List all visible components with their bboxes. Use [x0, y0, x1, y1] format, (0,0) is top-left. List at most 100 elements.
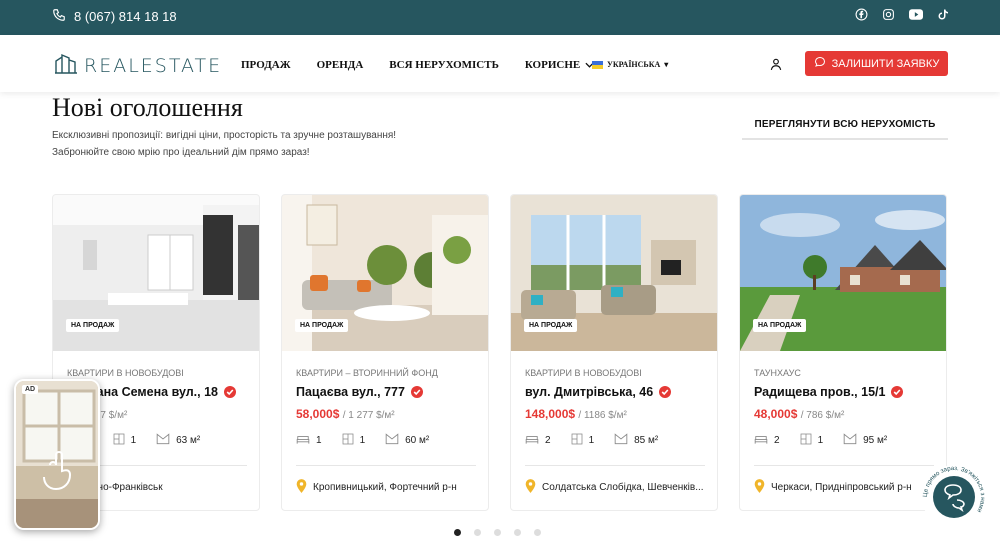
feature-floors: 1 — [342, 433, 366, 448]
listing-card[interactable]: НА ПРОДАЖ КВАРТИРИ В НОВОБУДОВІ вул. Дми… — [510, 194, 718, 511]
carousel-dot[interactable] — [454, 529, 461, 536]
site-logo[interactable]: REALESTATE — [54, 52, 222, 79]
view-all-property-button[interactable]: ПЕРЕГЛЯНУТИ ВСЮ НЕРУХОМІСТЬ — [742, 110, 948, 140]
listing-features: 1 1 60 м² — [296, 433, 476, 448]
chat-bubble-icon — [814, 56, 826, 71]
nav-label: КОРИСНЕ — [524, 59, 581, 71]
feature-area: 95 м² — [843, 433, 887, 448]
feature-floors: 1 — [800, 433, 823, 448]
phone-number: 8 (067) 814 18 18 — [74, 9, 177, 24]
feature-rooms: 2 — [754, 434, 780, 448]
carousel-dot[interactable] — [474, 529, 481, 536]
price-per-m2: / 1 277 $/м² — [342, 410, 395, 421]
floors-count: 1 — [588, 435, 595, 446]
listing-address[interactable]: Радищева пров., 15/1 — [754, 385, 904, 399]
nav-item-rent[interactable]: ОРЕНДА — [317, 59, 364, 71]
social-links — [854, 7, 950, 22]
divider — [296, 465, 476, 466]
youtube-icon[interactable] — [908, 7, 923, 22]
listing-address[interactable]: Пацаєва вул., 777 — [296, 385, 423, 399]
subtitle-line: Ексклюзивні пропозиції: вигідні ціни, пр… — [52, 130, 397, 141]
feature-floors: 1 — [571, 433, 595, 448]
price-per-m2: / 786 $/м² — [800, 410, 845, 421]
nav-item-sale[interactable]: ПРОДАЖ — [241, 59, 291, 71]
area-value: 95 м² — [863, 435, 888, 446]
area-value: 85 м² — [634, 435, 659, 446]
map-pin-icon — [754, 479, 765, 496]
instagram-icon[interactable] — [881, 7, 896, 22]
top-bar: 8 (067) 814 18 18 — [0, 0, 1000, 35]
tiktok-icon[interactable] — [935, 7, 950, 22]
floor-plan-icon — [342, 433, 354, 448]
listing-category: КВАРТИРИ В НОВОБУДОВІ — [525, 368, 642, 378]
listing-card[interactable]: НА ПРОДАЖ ТАУНХАУС Радищева пров., 15/1 … — [739, 194, 947, 511]
divider — [754, 465, 934, 466]
ukraine-flag-icon — [592, 60, 603, 69]
carousel-dot[interactable] — [514, 529, 521, 536]
verified-icon — [891, 386, 904, 398]
status-badge: НА ПРОДАЖ — [66, 319, 120, 332]
listing-features: 2 1 85 м² — [525, 433, 705, 448]
divider — [525, 465, 705, 466]
area-icon — [843, 433, 857, 448]
floor-plan-icon — [800, 433, 812, 448]
logo-text: REALESTATE — [84, 54, 223, 77]
map-pin-icon — [525, 479, 536, 496]
price-per-m2: / 1186 $/м² — [578, 410, 627, 421]
area-icon — [614, 433, 628, 448]
floor-plan-icon — [571, 433, 583, 448]
listing-location: Солдатська Слобідка, Шевченків... — [525, 479, 707, 496]
listing-price: 148,000$ / 1186 $/м² — [525, 407, 627, 421]
area-icon — [385, 433, 399, 448]
subtitle-line: Забронюйте свою мрію про ідеальний дім п… — [52, 147, 310, 158]
listing-address[interactable]: вул. Дмитрівська, 46 — [525, 385, 672, 399]
feature-rooms: 1 — [296, 434, 322, 448]
area-icon — [156, 433, 170, 448]
status-badge: НА ПРОДАЖ — [753, 319, 807, 332]
leave-request-button[interactable]: ЗАЛИШИТИ ЗАЯВКУ — [805, 51, 948, 76]
map-pin-icon — [296, 479, 307, 496]
rooms-count: 2 — [774, 435, 780, 446]
listing-category: КВАРТИРИ В НОВОБУДОВІ — [67, 368, 184, 378]
address-text: вул. Дмитрівська, 46 — [525, 385, 654, 399]
status-badge: НА ПРОДАЖ — [295, 319, 349, 332]
chat-circle — [933, 476, 975, 518]
user-icon[interactable] — [769, 57, 783, 76]
feature-area: 85 м² — [614, 433, 658, 448]
feature-rooms: 2 — [525, 434, 551, 448]
address-text: Радищева пров., 15/1 — [754, 385, 886, 399]
location-text: Черкаси, Придніпровський р-н — [771, 482, 912, 493]
main-header: REALESTATE ПРОДАЖ ОРЕНДА ВСЯ НЕРУХОМІСТЬ… — [0, 35, 1000, 92]
rooms-count: 2 — [545, 435, 551, 446]
carousel-dot[interactable] — [494, 529, 501, 536]
verified-icon — [410, 386, 423, 398]
phone-link[interactable]: 8 (067) 814 18 18 — [52, 8, 177, 25]
facebook-icon[interactable] — [854, 7, 869, 22]
location-text: Солдатська Слобідка, Шевченків... — [542, 482, 704, 493]
nav-label: ПРОДАЖ — [241, 59, 291, 71]
nav-item-all-property[interactable]: ВСЯ НЕРУХОМІСТЬ — [389, 59, 499, 71]
feature-area: 60 м² — [385, 433, 429, 448]
feature-area: 63 м² — [156, 433, 200, 448]
bed-icon — [525, 434, 539, 448]
price-value: 148,000$ — [525, 407, 576, 421]
listing-category: ТАУНХАУС — [754, 368, 801, 378]
chat-widget-button[interactable]: Це прямо зараз. Зв'яжіться з нами — [921, 464, 987, 530]
listing-category: КВАРТИРИ – ВТОРИННИЙ ФОНД — [296, 368, 438, 378]
buildings-icon — [54, 52, 78, 79]
listing-price: 58,000$ / 1 277 $/м² — [296, 407, 395, 421]
carousel-dot[interactable] — [534, 529, 541, 536]
caret-down-icon: ▾ — [664, 60, 669, 69]
floating-ad[interactable]: AD — [14, 379, 100, 530]
floors-count: 1 — [359, 435, 366, 446]
nav-label: ВСЯ НЕРУХОМІСТЬ — [389, 59, 499, 71]
feature-floors: 1 — [113, 433, 136, 448]
listing-card[interactable]: НА ПРОДАЖ КВАРТИРИ – ВТОРИННИЙ ФОНД Паца… — [281, 194, 489, 511]
language-switcher[interactable]: УКРАЇНСЬКА ▾ — [592, 60, 668, 69]
leave-request-label: ЗАЛИШИТИ ЗАЯВКУ — [831, 57, 940, 70]
area-value: 60 м² — [405, 435, 430, 446]
price-value: 58,000$ — [296, 407, 340, 421]
listing-price: 48,000$ / 786 $/м² — [754, 407, 844, 421]
listing-location: Кропивницький, Фортечний р-н — [296, 479, 478, 496]
nav-item-useful[interactable]: КОРИСНЕ — [525, 59, 594, 71]
